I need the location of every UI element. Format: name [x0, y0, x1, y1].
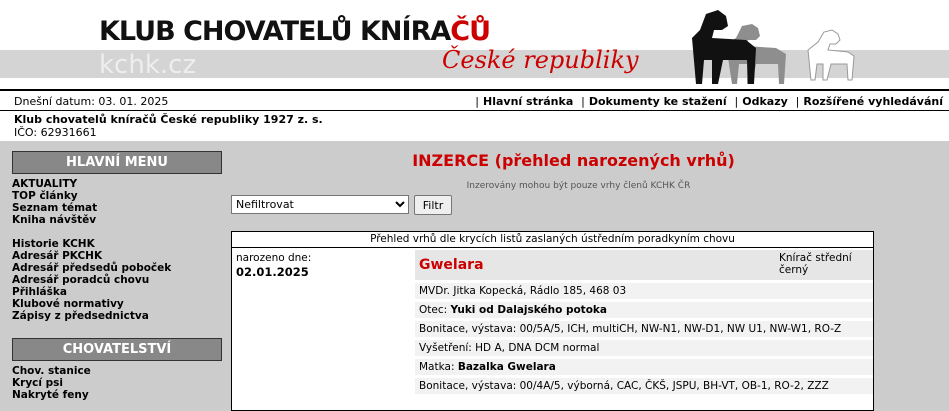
breeding-menu: Chov. stanice Krycí psi Nakryté feny	[12, 365, 222, 401]
club-name: Klub chovatelů kníračů České republiky 1…	[14, 113, 323, 126]
menu-item-stud-dogs[interactable]: Krycí psi	[12, 377, 222, 389]
kennel-name[interactable]: Gwelara	[419, 257, 484, 273]
main-menu-heading: HLAVNÍ MENU	[12, 151, 222, 174]
top-nav: | Hlavní stránka | Dokumenty ke stažení | O…	[475, 95, 943, 108]
menu-spacer	[12, 226, 222, 238]
born-label: narozeno dne:	[236, 252, 312, 264]
dam-titles-row: Bonitace, výstava: 00/4A/5, výborná, CAC…	[415, 378, 873, 394]
dam-row: Matka: Bazalka Gwelara	[415, 359, 873, 375]
main-menu: AKTUALITY TOP články Seznam témat Kniha …	[12, 178, 222, 322]
schnauzer-logo-icon	[692, 10, 855, 84]
nav-home-link[interactable]: Hlavní stránka	[483, 95, 573, 108]
listing-caption: Přehled vrhů dle krycích listů zaslaných…	[232, 232, 873, 248]
menu-item-mated-females[interactable]: Nakryté feny	[12, 389, 222, 401]
menu-item-breeding-advisors[interactable]: Adresář poradců chovu	[12, 274, 222, 286]
nav-documents-link[interactable]: Dokumenty ke stažení	[589, 95, 727, 108]
sire-exam-row: Vyšetření: HD A, DNA DCM normal	[415, 340, 873, 356]
sire-name: Yuki od Dalajského potoka	[450, 304, 607, 316]
club-title[interactable]: KLUB CHOVATELŮ KNÍRAČŮ	[99, 16, 491, 47]
dam-name: Bazalka Gwelara	[457, 361, 556, 373]
sire-row: Otec: Yuki od Dalajského potoka	[415, 302, 873, 318]
club-subtitle: České republiky	[442, 46, 639, 74]
menu-item-history[interactable]: Historie KCHK	[12, 238, 222, 250]
litter-details: Gwelara Knírač střední černý MVDr. Jitka…	[415, 250, 873, 394]
header-banner: kchk.cz KLUB CHOVATELŮ KNÍRAČŮ České rep…	[0, 0, 949, 89]
menu-item-kennels[interactable]: Chov. stanice	[12, 365, 222, 377]
menu-item-top-articles[interactable]: TOP články	[12, 190, 222, 202]
menu-item-guestbook[interactable]: Kniha návštěv	[12, 214, 222, 226]
filter-button[interactable]: Filtr	[414, 195, 452, 215]
born-date: 02.01.2025	[236, 265, 309, 279]
sidebar: HLAVNÍ MENU AKTUALITY TOP články Seznam …	[12, 151, 222, 401]
menu-item-branch-chairs[interactable]: Adresář předsedů poboček	[12, 262, 222, 274]
menu-item-minutes[interactable]: Zápisy z předsednictva	[12, 310, 222, 322]
menu-item-regulations[interactable]: Klubové normativy	[12, 298, 222, 310]
filter-bar: Nefiltrovat Filtr	[231, 195, 452, 215]
litter-header: Gwelara Knírač střední černý	[415, 250, 873, 280]
owner-row: MVDr. Jitka Kopecká, Rádlo 185, 468 03	[415, 283, 873, 299]
nav-links-link[interactable]: Odkazy	[742, 95, 788, 108]
litter-listing: Přehled vrhů dle krycích listů zaslaných…	[231, 231, 874, 411]
menu-item-pkchk[interactable]: Adresář PKCHK	[12, 250, 222, 262]
sire-titles-row: Bonitace, výstava: 00/5A/5, ICH, multiCH…	[415, 321, 873, 337]
litter-birth: narozeno dne: 02.01.2025	[236, 252, 311, 279]
banner-watermark: kchk.cz	[99, 50, 197, 80]
menu-item-news[interactable]: AKTUALITY	[12, 178, 222, 190]
filter-select[interactable]: Nefiltrovat	[231, 195, 409, 214]
menu-item-application[interactable]: Přihláška	[12, 286, 222, 298]
date-bar: Dnešní datum: 03. 01. 2025 | Hlavní strán…	[0, 89, 949, 111]
club-ico: IČO: 62931661	[14, 126, 97, 139]
menu-item-topics[interactable]: Seznam témat	[12, 202, 222, 214]
current-date: Dnešní datum: 03. 01. 2025	[14, 95, 169, 108]
nav-advanced-search-link[interactable]: Rozšířené vyhledávání	[803, 95, 943, 108]
breeding-menu-heading: CHOVATELSTVÍ	[12, 338, 222, 361]
main-content: INZERCE (přehled narozených vrhů) Inzero…	[231, 151, 876, 411]
breed-label: Knírač střední černý	[779, 252, 852, 276]
club-info: Klub chovatelů kníračů České republiky 1…	[0, 111, 949, 141]
listing-note: Inzerovány mohou být pouze vrhy členů KC…	[466, 181, 691, 191]
page-title: INZERCE (přehled narozených vrhů)	[412, 151, 735, 170]
